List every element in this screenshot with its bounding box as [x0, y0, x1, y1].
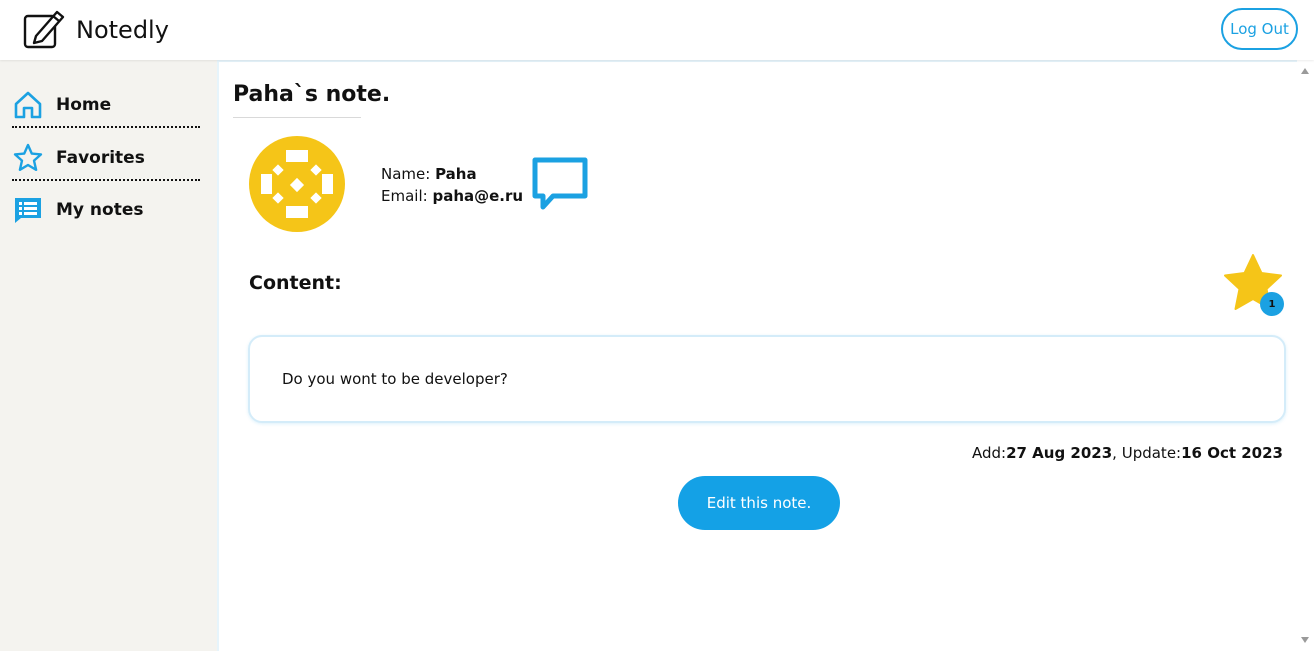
- sidebar-item-home[interactable]: Home: [12, 84, 200, 128]
- scroll-up-arrow-icon[interactable]: [1301, 68, 1309, 74]
- date-separator: ,: [1112, 444, 1122, 462]
- author-email-value: paha@e.ru: [432, 187, 524, 205]
- sidebar-item-label: My notes: [56, 200, 144, 220]
- sidebar-item-label: Favorites: [56, 148, 145, 168]
- logout-button[interactable]: Log Out: [1221, 8, 1298, 50]
- note-content: Do you wont to be developer?: [248, 335, 1286, 423]
- home-icon: [12, 89, 44, 121]
- content-label: Content:: [249, 272, 342, 294]
- sidebar-item-label: Home: [56, 95, 112, 115]
- app-title[interactable]: Notedly: [76, 14, 169, 46]
- comment-icon[interactable]: [531, 156, 589, 212]
- scroll-down-arrow-icon[interactable]: [1301, 637, 1309, 643]
- favorite-count-badge: 1: [1260, 292, 1284, 316]
- author-name: Name: Paha: [381, 163, 523, 185]
- avatar: [249, 136, 345, 232]
- author-name-label: Name:: [381, 165, 436, 183]
- sidebar: Home Favorites My notes: [0, 60, 217, 651]
- star-outline-icon: [12, 142, 44, 174]
- pencil-note-icon[interactable]: [22, 8, 66, 50]
- author-info: Name: Paha Email: paha@e.ru: [381, 163, 523, 207]
- note-detail: Paha`s note. Name: Paha Email: paha@e.ru…: [217, 60, 1297, 651]
- added-label: Add:: [971, 444, 1007, 462]
- updated-date: 16 Oct 2023: [1181, 444, 1283, 462]
- updated-label: Update:: [1121, 444, 1182, 462]
- notes-list-icon: [12, 194, 44, 226]
- edit-note-button[interactable]: Edit this note.: [678, 476, 840, 530]
- author-email-label: Email:: [381, 187, 433, 205]
- added-date: 27 Aug 2023: [1006, 444, 1113, 462]
- scrollbar[interactable]: [1297, 60, 1314, 651]
- sidebar-item-favorites[interactable]: Favorites: [12, 137, 200, 181]
- sidebar-item-my-notes[interactable]: My notes: [12, 188, 200, 232]
- note-dates: Add:27 Aug 2023, Update:16 Oct 2023: [972, 444, 1283, 462]
- author-email: Email: paha@e.ru: [381, 185, 523, 207]
- author-name-value: Paha: [435, 165, 477, 183]
- page-title: Paha`s note.: [233, 82, 390, 118]
- app-header: Notedly Log Out: [0, 0, 1314, 60]
